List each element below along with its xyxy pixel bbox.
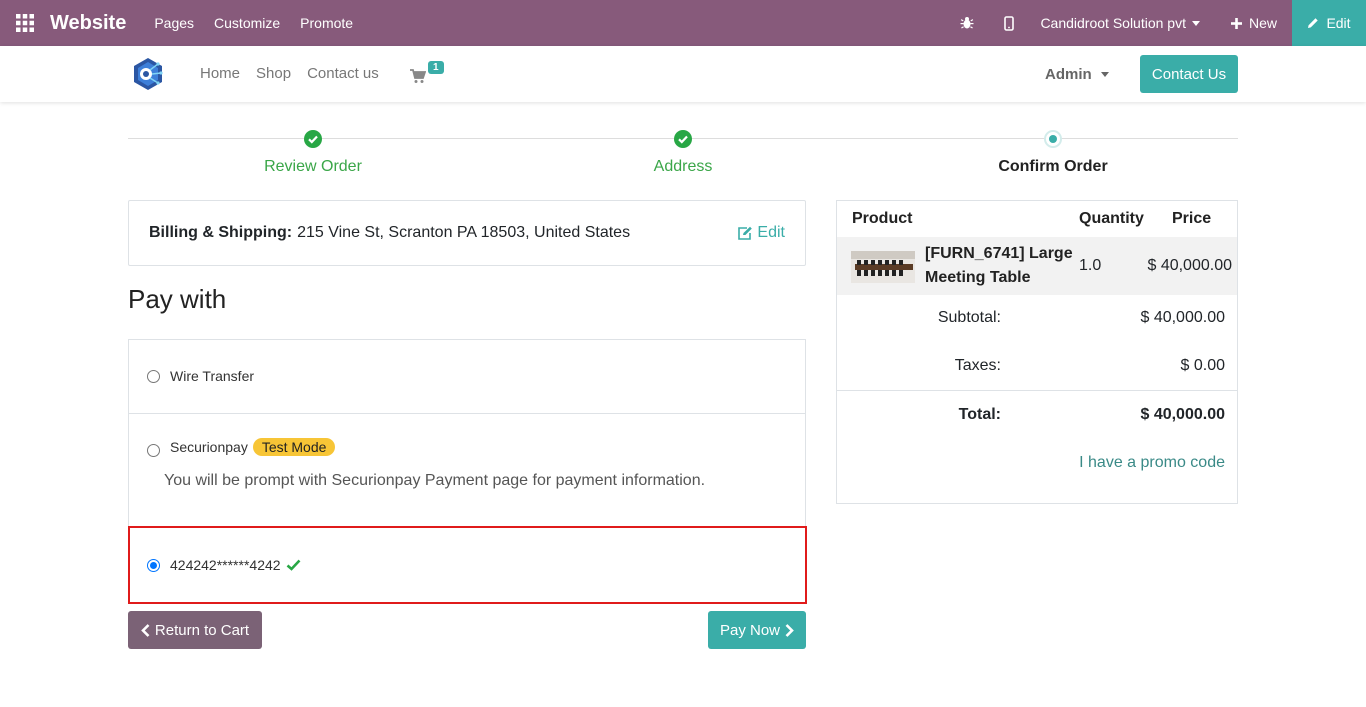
chevron-down-icon xyxy=(1191,20,1200,26)
subtotal-label: Subtotal: xyxy=(937,309,1001,326)
chevron-right-icon xyxy=(785,623,794,637)
nav-contact-us[interactable]: Contact us xyxy=(307,65,379,82)
billing-address: 215 Vine St, Scranton PA 18503, United S… xyxy=(297,224,631,241)
product-thumbnail[interactable] xyxy=(851,251,915,283)
promo-code-link[interactable]: I have a promo code xyxy=(1079,454,1225,472)
contact-us-button[interactable]: Contact Us xyxy=(1140,55,1238,93)
product-quantity: 1.0 xyxy=(1079,257,1102,274)
edit-address-link[interactable]: Edit xyxy=(737,224,785,242)
test-mode-badge: Test Mode xyxy=(252,438,336,456)
company-switcher[interactable]: Candidroot Solution pvt xyxy=(1030,15,1216,31)
total-label: Total: xyxy=(958,406,1001,423)
step-confirm-order: Confirm Order xyxy=(998,158,1108,175)
step-address[interactable]: Address xyxy=(563,158,803,176)
debug-bug-icon[interactable] xyxy=(946,0,988,46)
wire-transfer-label: Wire Transfer xyxy=(170,368,255,384)
menu-customize[interactable]: Customize xyxy=(214,15,280,31)
divider xyxy=(837,390,1237,391)
step-review-order[interactable]: Review Order xyxy=(193,158,433,176)
securionpay-radio[interactable] xyxy=(147,444,160,457)
nav-home[interactable]: Home xyxy=(200,65,240,82)
edit-button[interactable]: Edit xyxy=(1292,0,1366,46)
order-line: [FURN_6741] Large Meeting Table 1.0 $ 40… xyxy=(837,237,1237,295)
securionpay-description: You will be prompt with Securionpay Paym… xyxy=(164,472,706,489)
cart-link[interactable]: 1 xyxy=(410,61,446,85)
product-price: $ 40,000.00 xyxy=(1147,257,1232,274)
admin-menu: Pages Customize Promote xyxy=(154,15,353,31)
new-label: New xyxy=(1248,15,1277,31)
chevron-down-icon xyxy=(1100,72,1109,77)
pay-now-label: Pay Now xyxy=(719,621,781,639)
company-name: Candidroot Solution pvt xyxy=(1040,15,1186,31)
column-quantity: Quantity xyxy=(1079,210,1144,227)
menu-pages[interactable]: Pages xyxy=(154,15,194,31)
nav-shop[interactable]: Shop xyxy=(256,65,291,82)
return-to-cart-button[interactable]: Return to Cart xyxy=(128,611,262,649)
chevron-left-icon xyxy=(141,623,150,637)
return-to-cart-label: Return to Cart xyxy=(154,621,250,639)
column-product: Product xyxy=(852,210,913,227)
edit-square-icon xyxy=(738,226,753,240)
pay-now-button[interactable]: Pay Now xyxy=(708,611,806,649)
order-summary: Product Quantity Price [FURN_6741] Large… xyxy=(836,200,1238,504)
payment-option-wire-transfer[interactable]: Wire Transfer xyxy=(129,340,805,414)
subtotal-value: $ 40,000.00 xyxy=(1140,309,1225,326)
cart-count-badge: 1 xyxy=(428,61,444,74)
website-header: Home Shop Contact us 1 Admin Contact Us xyxy=(0,46,1366,102)
site-logo[interactable] xyxy=(131,57,165,91)
edit-address-label: Edit xyxy=(757,224,785,241)
mobile-preview-icon[interactable] xyxy=(988,0,1030,46)
step-address-check-icon xyxy=(674,130,692,148)
site-nav: Home Shop Contact us xyxy=(200,65,379,82)
total-value: $ 40,000.00 xyxy=(1140,406,1225,423)
shopping-cart-icon xyxy=(410,69,426,83)
column-price: Price xyxy=(1172,210,1212,227)
wire-transfer-radio[interactable] xyxy=(147,370,160,383)
user-menu[interactable]: Admin xyxy=(1045,66,1109,83)
product-name[interactable]: [FURN_6741] Large Meeting Table xyxy=(925,242,1075,290)
step-review-check-icon xyxy=(304,130,322,148)
pencil-icon xyxy=(1308,18,1319,28)
menu-promote[interactable]: Promote xyxy=(300,15,353,31)
payment-option-securionpay[interactable]: Securionpay Test Mode You will be prompt … xyxy=(129,414,805,526)
apps-menu-icon[interactable] xyxy=(0,0,50,46)
admin-topbar-right: Candidroot Solution pvt New Edit xyxy=(946,0,1366,46)
billing-shipping-box: Billing & Shipping: 215 Vine St, Scranto… xyxy=(128,200,806,266)
admin-topbar: Website Pages Customize Promote Candidro… xyxy=(0,0,1366,46)
taxes-label: Taxes: xyxy=(954,357,1001,374)
new-button[interactable]: New xyxy=(1216,15,1292,31)
pay-with-title: Pay with xyxy=(128,284,227,314)
securionpay-label: Securionpay xyxy=(170,439,248,455)
taxes-value: $ 0.00 xyxy=(1180,357,1225,374)
step-confirm-dot-icon xyxy=(1044,130,1062,148)
securionpay-label-wrap: Securionpay Test Mode xyxy=(170,438,336,456)
app-title[interactable]: Website xyxy=(50,12,126,35)
billing-label: Billing & Shipping: xyxy=(149,224,293,241)
selected-payment-highlight xyxy=(128,526,807,604)
edit-label: Edit xyxy=(1326,15,1351,31)
plus-icon xyxy=(1230,17,1242,29)
user-name: Admin xyxy=(1045,66,1092,83)
